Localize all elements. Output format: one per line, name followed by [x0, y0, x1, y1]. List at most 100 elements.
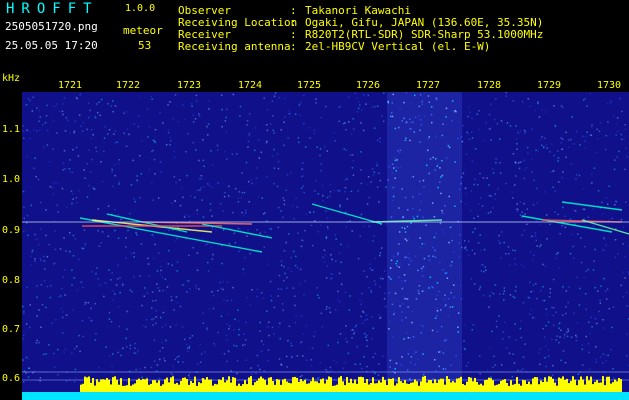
noise-speck	[290, 256, 292, 259]
info-key-antenna: Receiving antenna	[178, 40, 291, 53]
noise-speck	[505, 347, 508, 349]
noise-speck	[104, 282, 107, 284]
capture-datetime: 25.05.05 17:20	[5, 39, 98, 52]
noise-speck	[298, 104, 301, 106]
noise-speck	[135, 368, 137, 371]
noise-speck	[158, 290, 161, 292]
noise-speck	[429, 276, 432, 278]
noise-speck	[57, 296, 60, 298]
noise-speck	[377, 139, 379, 142]
noise-speck	[414, 255, 417, 257]
noise-speck	[89, 109, 91, 112]
noise-speck	[383, 92, 385, 94]
spectrum-bar	[424, 376, 426, 392]
noise-speck	[344, 291, 347, 294]
noise-speck	[140, 243, 143, 245]
spectrum-bar	[284, 378, 286, 392]
noise-speck	[372, 174, 375, 176]
noise-speck	[529, 297, 531, 299]
spectrum-bar	[388, 378, 390, 392]
spectrum-bar	[290, 383, 292, 392]
noise-speck	[401, 226, 404, 229]
noise-speck	[61, 110, 64, 113]
noise-speck	[543, 146, 545, 148]
noise-speck	[167, 104, 169, 106]
y-tick-label: 0.6	[2, 373, 21, 384]
spectrum-bar	[318, 383, 320, 392]
noise-speck	[436, 310, 439, 312]
noise-speck	[559, 336, 561, 338]
noise-speck	[198, 159, 200, 162]
noise-speck	[598, 310, 600, 313]
noise-speck	[602, 362, 604, 364]
noise-speck	[263, 97, 265, 99]
noise-speck	[199, 344, 201, 346]
noise-speck	[125, 257, 127, 259]
noise-speck	[388, 321, 391, 323]
spectrum-bar	[488, 377, 490, 392]
spectrum-bar	[198, 382, 200, 392]
noise-speck	[529, 313, 531, 315]
spectrum-bar	[278, 379, 280, 392]
noise-speck	[273, 306, 276, 309]
noise-speck	[357, 110, 359, 113]
noise-speck	[402, 216, 404, 219]
noise-speck	[382, 120, 385, 122]
noise-speck	[552, 374, 554, 376]
noise-speck	[25, 356, 28, 359]
noise-speck	[606, 102, 609, 105]
spectrogram-plot	[22, 92, 629, 400]
noise-speck	[108, 129, 111, 131]
noise-speck	[403, 117, 405, 120]
noise-speck	[414, 363, 416, 366]
noise-speck	[410, 121, 412, 124]
spectrum-bar	[300, 379, 302, 392]
spectrum-bar	[484, 380, 486, 392]
noise-speck	[183, 118, 186, 121]
noise-speck	[26, 129, 28, 131]
noise-speck	[233, 344, 235, 347]
spectrum-bar	[458, 378, 460, 392]
noise-speck	[290, 270, 293, 273]
noise-speck	[431, 246, 434, 249]
noise-speck	[379, 179, 382, 182]
noise-speck	[174, 94, 177, 96]
noise-speck	[541, 109, 543, 111]
noise-speck	[467, 254, 470, 257]
noise-speck	[208, 184, 211, 187]
noise-speck	[344, 361, 346, 364]
noise-speck	[486, 177, 488, 179]
spectrum-bar	[160, 385, 162, 392]
noise-speck	[555, 311, 557, 313]
noise-speck	[472, 231, 474, 233]
noise-speck	[460, 200, 462, 203]
noise-speck	[595, 346, 597, 348]
noise-speck	[602, 278, 604, 280]
noise-speck	[373, 235, 375, 237]
noise-speck	[584, 140, 586, 142]
noise-speck	[196, 269, 199, 271]
noise-speck	[335, 309, 337, 311]
noise-speck	[318, 297, 320, 299]
noise-speck	[95, 272, 97, 275]
noise-speck	[527, 152, 529, 155]
noise-speck	[539, 363, 541, 366]
spectrum-bar	[608, 376, 610, 392]
spectrum-bar	[286, 381, 288, 392]
noise-speck	[304, 146, 307, 148]
noise-speck	[152, 139, 155, 142]
noise-speck	[299, 375, 302, 378]
noise-speck	[57, 348, 59, 351]
spectrum-bar	[134, 383, 136, 392]
spectrum-bar	[408, 384, 410, 392]
noise-speck	[258, 139, 260, 141]
spectrum-bar	[306, 383, 308, 392]
spectrum-bar	[348, 382, 350, 392]
noise-speck	[376, 164, 378, 167]
noise-speck	[439, 167, 441, 169]
noise-speck	[256, 354, 259, 357]
noise-speck	[155, 299, 157, 302]
noise-speck	[152, 324, 154, 326]
noise-speck	[372, 269, 374, 271]
noise-speck	[165, 144, 168, 146]
